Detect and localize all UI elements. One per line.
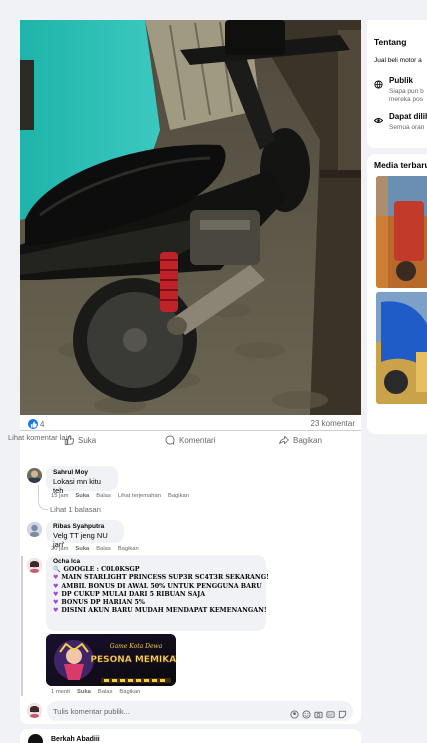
comment-reply-link[interactable]: Balas	[96, 493, 111, 499]
commenter-avatar[interactable]	[27, 468, 42, 483]
comment-timestamp[interactable]: 15 jam	[51, 493, 68, 499]
promo-top-text: Game Kota Dewa	[110, 643, 163, 650]
comment-line-text: DP CUKUP MULAI DARI 5 RIBUAN SAJA	[61, 590, 206, 598]
search-icon: 🔍	[53, 566, 61, 574]
comment-translate-link[interactable]: Lihat terjemahan	[118, 493, 161, 499]
heart-icon: ♥	[53, 607, 59, 615]
comment-share-link[interactable]: Bagikan	[119, 689, 140, 695]
comment-reply-link[interactable]: Balas	[98, 689, 113, 695]
comment-thread-line	[21, 556, 23, 696]
media-thumbnail[interactable]	[376, 176, 427, 288]
recent-media-title: Media terbaru	[374, 160, 427, 170]
comment-author-name[interactable]: Ribas Syahputra	[53, 523, 117, 530]
like-button-label: Suka	[78, 435, 97, 445]
comment-line-text: MAIN STARLIGHT PRINCESS SUP3R SC4T3R SEK…	[61, 574, 269, 582]
comment-meta: 20 jam Suka Balas Bagikan	[51, 546, 139, 552]
comment-line: ♥ DISINI AKUN BARU MUDAH MENDAPAT KEMENAN…	[53, 607, 267, 615]
sticker-icon[interactable]	[338, 706, 347, 719]
comment-line-text: AMBIL BONUS DI AWAL 50% UNTUK PENGGUNA B…	[61, 582, 262, 590]
share-arrow-icon	[279, 435, 289, 445]
privacy-title: Publik	[389, 76, 414, 85]
emoji-icon[interactable]	[302, 706, 311, 719]
comment-like-link[interactable]: Suka	[75, 493, 89, 499]
commenter-avatar[interactable]	[27, 558, 42, 573]
comment-button-label: Komentari	[179, 435, 216, 445]
heart-icon: ♥	[53, 582, 59, 590]
heart-icon: ♥	[53, 590, 59, 598]
comment-button[interactable]: Komentari	[165, 434, 215, 446]
comment-input-placeholder: Tulis komentar publik...	[53, 707, 130, 716]
comment-promo-image[interactable]: Game Kota Dewa PESONA MEMIKAT	[46, 634, 176, 686]
comment-line: ♥ DP CUKUP MULAI DARI 5 RIBUAN SAJA	[53, 591, 259, 598]
composer-tools: GIF	[290, 706, 347, 719]
share-button[interactable]: Bagikan	[279, 434, 322, 446]
media-thumbnail[interactable]	[376, 292, 427, 404]
view-replies-link[interactable]: Lihat 1 balasan	[50, 505, 101, 514]
about-description: Jual beli motor a	[374, 57, 422, 64]
motorcycle-photo-illustration	[20, 20, 361, 415]
comment-reply-link[interactable]: Balas	[96, 546, 111, 552]
comment-author-name[interactable]: Ocha Ica	[53, 558, 259, 565]
comment-share-link[interactable]: Bagikan	[118, 546, 139, 552]
heart-icon: ♥	[53, 598, 59, 606]
comment-bubble: Ocha Ica 🔍 GOOGLE : C0L0KSGP ♥ MAIN STARLI…	[46, 555, 269, 631]
svg-text:GIF: GIF	[328, 713, 333, 717]
reply-thread-line	[38, 485, 48, 510]
current-user-avatar[interactable]	[27, 703, 42, 718]
comment-timestamp[interactable]: 1 menit	[51, 689, 70, 695]
avatar-sticker-icon[interactable]	[290, 706, 299, 719]
comment-meta: 15 jam Suka Balas Lihat terjemahan Bagik…	[51, 493, 189, 499]
view-more-comments-link[interactable]: Lihat komentar lain	[8, 433, 71, 442]
eye-icon	[373, 112, 384, 123]
comment-like-link[interactable]: Suka	[77, 689, 91, 695]
gif-icon[interactable]: GIF	[326, 706, 335, 718]
comment-line-text: GOOGLE : C0L0KSGP	[63, 566, 140, 574]
share-button-label: Bagikan	[293, 435, 322, 445]
comment-line: 🔍 GOOGLE : C0L0KSGP	[53, 566, 259, 573]
promo-main-text: PESONA MEMIKAT	[90, 655, 176, 665]
comment-input[interactable]: Tulis komentar publik... GIF	[47, 701, 353, 721]
recent-media-card: Media terbaru	[367, 154, 427, 434]
next-post-author-name[interactable]: Berkah Abadiii	[51, 736, 100, 743]
comment-like-link[interactable]: Suka	[75, 546, 89, 552]
visibility-title: Dapat dilih	[389, 112, 427, 121]
comment-count[interactable]: 23 komentar	[311, 419, 355, 428]
comment-line-text: BONUS DP HARIAN 5%	[61, 598, 145, 606]
globe-icon	[374, 76, 383, 89]
post-photo-motorcycle[interactable]	[20, 20, 361, 415]
comment-line: ♥ MAIN STARLIGHT PRINCESS SUP3R SC4T3R SE…	[53, 574, 269, 582]
comment-bubble-icon	[165, 435, 175, 445]
comment-author-name[interactable]: Sahrul Moy	[53, 469, 111, 476]
visibility-desc: Semua oran	[389, 124, 425, 131]
next-post-author-avatar[interactable]	[28, 734, 43, 743]
promo-banner-illustration: Game Kota Dewa PESONA MEMIKAT	[46, 634, 176, 686]
like-reaction-icon[interactable]	[28, 419, 38, 429]
comment-timestamp[interactable]: 20 jam	[51, 546, 68, 552]
comment-line: ♥ BONUS DP HARIAN 5%	[53, 599, 259, 606]
commenter-avatar[interactable]	[27, 522, 42, 537]
about-card: Tentang Jual beli motor a Publik Siapa p…	[367, 20, 427, 148]
reaction-count[interactable]: 4	[40, 420, 44, 429]
next-post-card: Berkah Abadiii	[20, 729, 361, 743]
comment-bubble: Ribas Syahputra Velg TT jeng NU jari'	[46, 520, 124, 549]
about-title: Tentang	[374, 37, 407, 47]
camera-icon[interactable]	[314, 706, 323, 719]
comment-line-text: DISINI AKUN BARU MUDAH MENDAPAT KEMENANG…	[61, 607, 267, 615]
heart-icon: ♥	[53, 574, 59, 582]
comment-bubble: Sahrul Moy Lokasi mn kitu teh	[46, 466, 118, 495]
comment-composer: Tulis komentar publik... GIF	[27, 701, 357, 721]
comment-share-link[interactable]: Bagikan	[168, 493, 189, 499]
comment-line: ♥ AMBIL BONUS DI AWAL 50% UNTUK PENGGUNA …	[53, 582, 262, 590]
comment-meta: 1 menit Suka Balas Bagikan	[51, 689, 140, 695]
privacy-desc-line-2: mereka pos	[389, 96, 423, 103]
